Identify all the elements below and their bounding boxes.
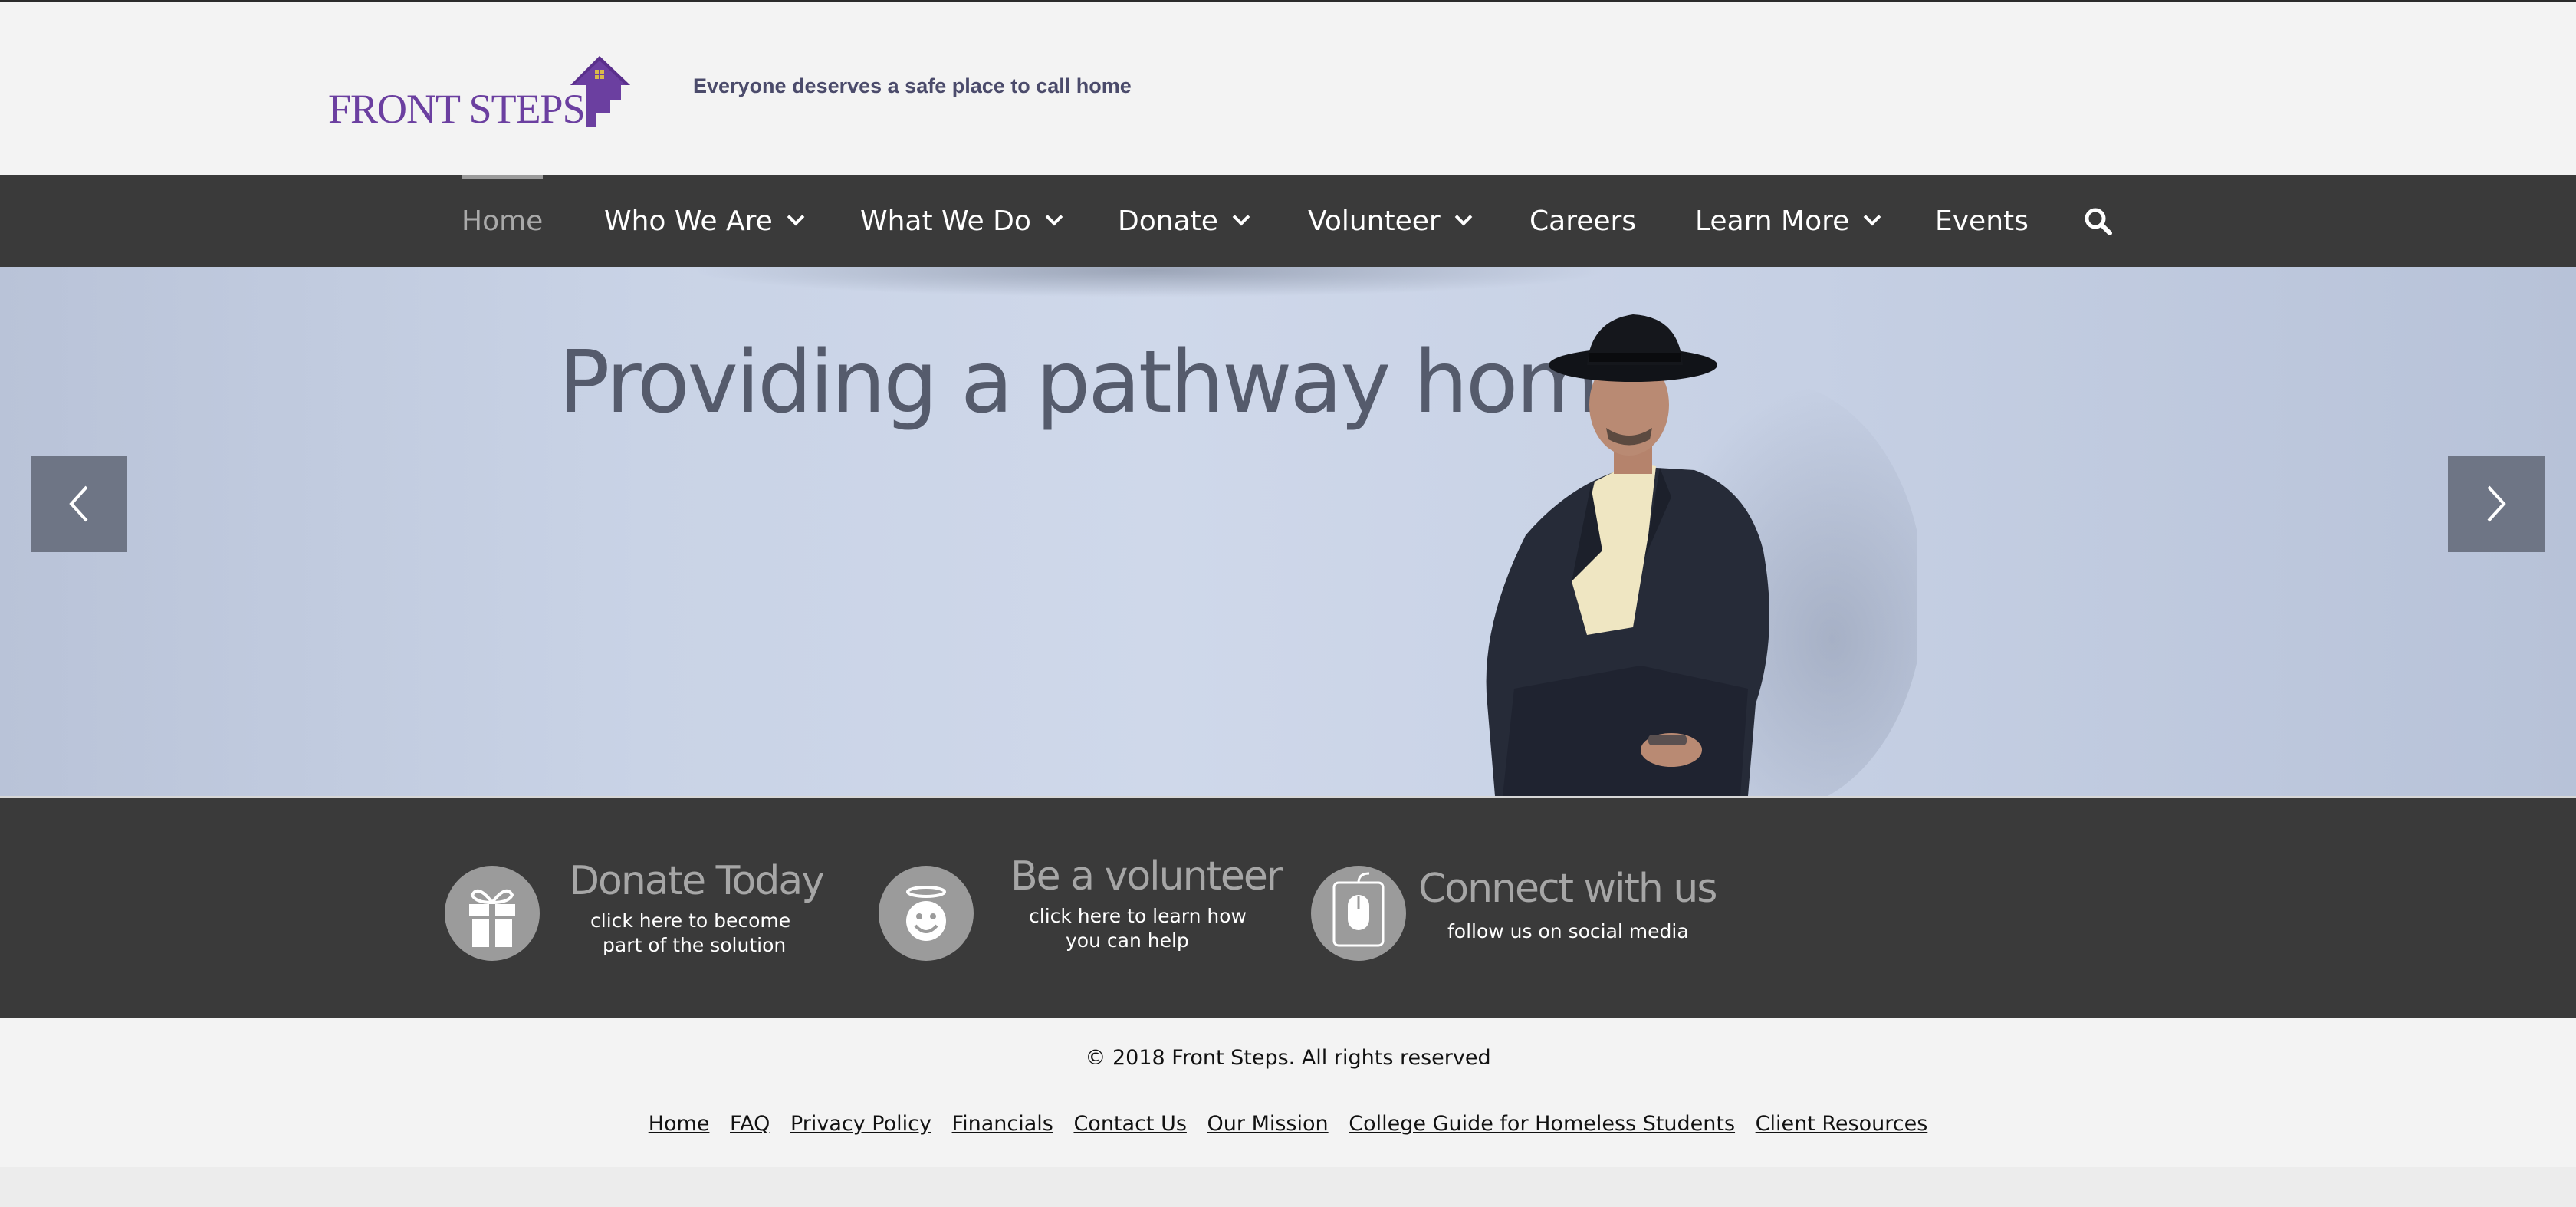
copyright-text: © 2018 Front Steps. All rights reserved [1085,1046,1491,1070]
nav-learn-more-label: Learn More [1695,205,1850,237]
donate-today-title: Donate Today [569,858,825,904]
nav-home-label: Home [462,205,544,237]
chevron-down-icon [1863,208,1881,226]
nav-what-we-do[interactable]: What We Do [860,175,1063,267]
donate-today-line1: click here to become [590,909,791,932]
donate-today-cta[interactable]: Donate Today click here to become part o… [445,798,825,1021]
nav-learn-more[interactable]: Learn More [1695,175,1881,267]
smiley-halo-icon [906,886,946,941]
hero-shadow [690,267,1610,298]
chevron-right-icon [2487,485,2506,522]
chevron-down-icon [1045,208,1063,226]
footer-link-client-resources[interactable]: Client Resources [1756,1112,1928,1136]
slider-next-button[interactable] [2448,456,2545,552]
chevron-left-icon [69,485,88,522]
front-steps-logo[interactable]: FRONT STEPS [328,51,630,133]
slider-prev-button[interactable] [31,456,127,552]
logo-text: FRONT STEPS [328,86,586,132]
nav-careers-label: Careers [1530,205,1637,237]
connect-with-us-line1: follow us on social media [1447,920,1689,942]
gift-icon-circle [445,866,540,961]
call-to-action-band: Donate Today click here to become part o… [0,796,2576,1018]
connect-icon-circle [1311,866,1406,961]
nav-events[interactable]: Events [1935,175,2029,267]
main-nav: Home Who We Are What We Do Donate Volunt… [0,175,2576,267]
nav-home[interactable]: Home [462,175,544,267]
be-a-volunteer-cta[interactable]: Be a volunteer click here to learn how y… [879,798,1283,1021]
footer-link-our-mission[interactable]: Our Mission [1208,1112,1329,1136]
site-tagline: Everyone deserves a safe place to call h… [693,74,1132,97]
chevron-down-icon [787,208,805,226]
hero-person-image [1486,314,1917,796]
footer-link-college-guide[interactable]: College Guide for Homeless Students [1349,1112,1735,1136]
house-logo-icon [570,56,630,127]
nav-donate[interactable]: Donate [1118,175,1250,267]
chevron-down-icon [1454,208,1473,226]
nav-donate-label: Donate [1118,205,1218,237]
hero-slider: Providing a pathway home [0,267,2576,796]
be-a-volunteer-title: Be a volunteer [1010,853,1283,899]
footer-links: Home FAQ Privacy Policy Financials Conta… [0,1112,2576,1136]
be-a-volunteer-line2: you can help [1066,929,1189,952]
be-a-volunteer-line1: click here to learn how [1029,905,1247,927]
nav-careers[interactable]: Careers [1530,175,1636,267]
footer-link-financials[interactable]: Financials [952,1112,1053,1136]
footer-link-privacy-policy[interactable]: Privacy Policy [790,1112,932,1136]
chevron-down-icon [1232,208,1250,226]
connect-with-us-cta[interactable]: Connect with us follow us on social medi… [1311,798,1717,1021]
volunteer-icon-circle [879,866,974,961]
nav-what-we-do-label: What We Do [860,205,1031,237]
connect-with-us-title: Connect with us [1418,866,1717,912]
site-header: FRONT STEPS Everyone deserves a safe pla… [0,0,2576,175]
gift-icon [469,889,515,947]
site-footer: © 2018 Front Steps. All rights reserved … [0,1018,2576,1167]
mouse-icon [1332,872,1385,947]
nav-who-we-are-label: Who We Are [604,205,773,237]
search-icon[interactable] [2084,207,2113,236]
footer-link-faq[interactable]: FAQ [730,1112,770,1136]
nav-volunteer-label: Volunteer [1308,205,1441,237]
nav-who-we-are[interactable]: Who We Are [604,175,805,267]
donate-today-line2: part of the solution [603,934,787,956]
page-bottom-strip [0,1167,2576,1207]
nav-events-label: Events [1935,205,2029,237]
footer-link-home[interactable]: Home [649,1112,710,1136]
nav-volunteer[interactable]: Volunteer [1308,175,1473,267]
footer-link-contact-us[interactable]: Contact Us [1073,1112,1186,1136]
